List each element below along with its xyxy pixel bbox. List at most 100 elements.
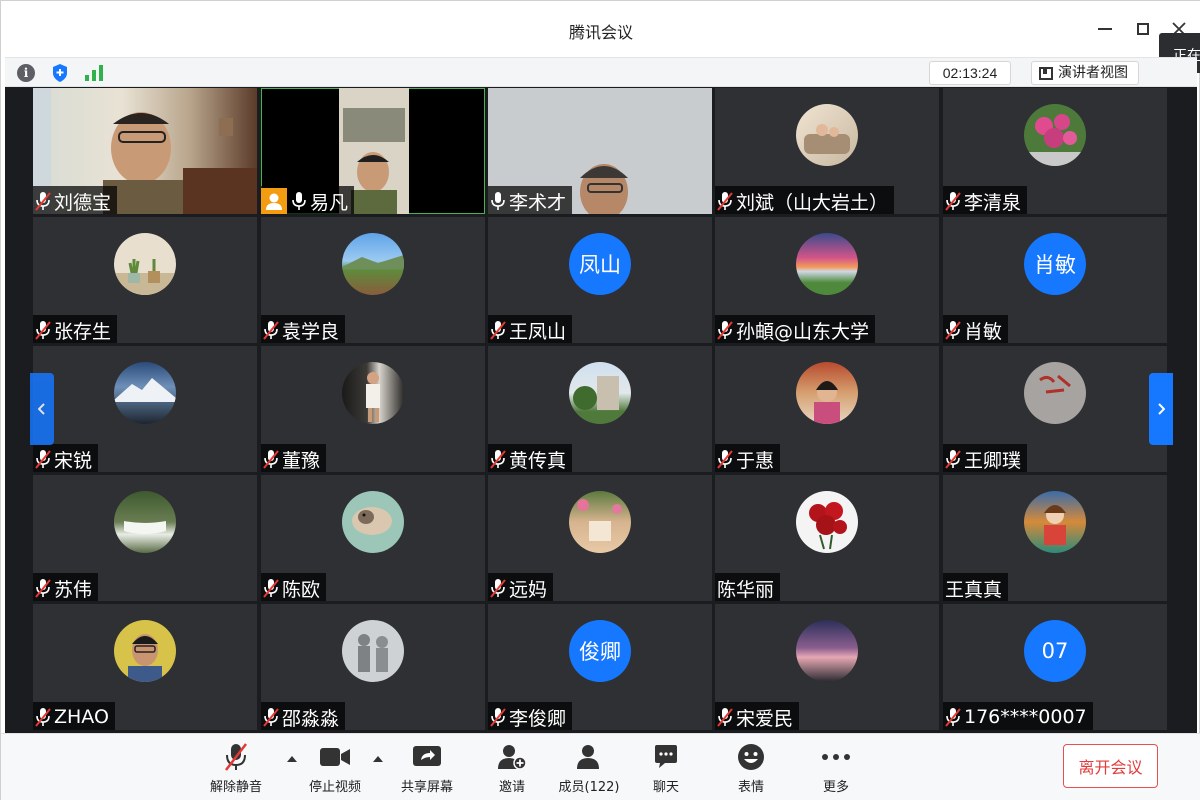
participant-name-tag: 孙頔@山东大学: [715, 315, 876, 343]
participant-tile[interactable]: 远妈: [488, 475, 712, 601]
participant-avatar: [114, 362, 176, 424]
participant-name-tag: 176****0007: [943, 702, 1093, 730]
invite-button[interactable]: 邀请: [477, 742, 547, 798]
speaker-view-button[interactable]: 演讲者视图: [1031, 61, 1139, 85]
more-label: 更多: [822, 780, 849, 795]
participant-tile[interactable]: 凤山 王凤山: [488, 217, 712, 343]
participant-name-tag: 苏伟: [33, 573, 99, 601]
participant-tile[interactable]: 苏伟: [33, 475, 257, 601]
audio-options-caret[interactable]: [285, 752, 299, 766]
participant-name: 刘德宝: [54, 191, 112, 214]
network-status-button[interactable]: [83, 62, 105, 84]
window-title: 腾讯会议: [568, 23, 633, 42]
participant-name-tag: 刘德宝: [33, 186, 118, 214]
participant-tile[interactable]: 袁学良: [261, 217, 485, 343]
participant-tile[interactable]: 易凡: [261, 88, 485, 214]
participant-tile[interactable]: 刘斌（山大岩土）: [715, 88, 939, 214]
host-icon: [261, 188, 287, 214]
participant-tile[interactable]: 陈华丽: [715, 475, 939, 601]
invite-user-icon: [498, 745, 527, 770]
participant-tile[interactable]: 宋爱民: [715, 604, 939, 730]
chat-button[interactable]: 聊天: [631, 742, 701, 798]
mic-muted-icon: [225, 743, 247, 771]
participant-tile[interactable]: 俊卿 李俊卿: [488, 604, 712, 730]
participant-name-tag: 李清泉: [943, 186, 1028, 214]
participant-tile[interactable]: 孙頔@山东大学: [715, 217, 939, 343]
maximize-button[interactable]: [1129, 15, 1157, 43]
mic-on-icon: [490, 191, 506, 211]
minimize-button[interactable]: [1091, 15, 1119, 43]
participant-tile[interactable]: 07 176****0007: [943, 604, 1167, 730]
participant-name-tag: 王卿璞: [943, 444, 1028, 472]
unmute-button[interactable]: 解除静音: [201, 742, 271, 798]
camera-icon: [320, 748, 350, 766]
mic-muted-icon: [717, 191, 733, 211]
participant-tile[interactable]: 陈欧: [261, 475, 485, 601]
participant-tile[interactable]: 于惠: [715, 346, 939, 472]
participant-tile[interactable]: 王真真: [943, 475, 1167, 601]
members-button[interactable]: 成员(122): [554, 742, 624, 798]
participant-tile[interactable]: 邵淼淼: [261, 604, 485, 730]
participant-tile[interactable]: 李清泉: [943, 88, 1167, 214]
next-page-button[interactable]: [1149, 373, 1173, 445]
mic-muted-icon: [263, 449, 279, 469]
participant-avatar: 07: [1024, 620, 1086, 682]
participant-name-tag: 陈华丽: [715, 573, 781, 601]
participant-tile[interactable]: 董豫: [261, 346, 485, 472]
mic-muted-icon: [35, 449, 51, 469]
participant-name-tag: 张存生: [33, 315, 118, 343]
mic-muted-icon: [945, 707, 961, 727]
participant-avatar: [569, 362, 631, 424]
video-options-caret[interactable]: [371, 752, 385, 766]
invite-label: 邀请: [498, 780, 525, 795]
participant-name-tag: 陈欧: [261, 573, 327, 601]
shield-icon: [53, 64, 67, 82]
participant-name-tag: 王真真: [943, 573, 1009, 601]
participant-avatar: [114, 233, 176, 295]
participant-name: 孙頔@山东大学: [736, 320, 870, 343]
participant-name-tag: 刘斌（山大岩土）: [715, 186, 895, 214]
participant-name: 于惠: [736, 449, 775, 472]
participant-tile[interactable]: 肖敏 肖敏: [943, 217, 1167, 343]
stop-video-label: 停止视频: [308, 780, 361, 795]
participant-tile[interactable]: 刘德宝: [33, 88, 257, 214]
participant-tile[interactable]: 张存生: [33, 217, 257, 343]
members-label: 成员(122): [558, 780, 620, 795]
participant-name-tag: ZHAO: [33, 702, 115, 730]
previous-page-button[interactable]: [30, 373, 54, 445]
participant-name: 张存生: [54, 320, 112, 343]
reactions-button[interactable]: 表情: [716, 742, 786, 798]
participant-tile[interactable]: ZHAO: [33, 604, 257, 730]
more-button[interactable]: 更多: [801, 742, 871, 798]
participant-name: 黄传真: [509, 449, 567, 472]
participant-name: 176****0007: [964, 706, 1087, 728]
emoji-icon: [738, 744, 764, 770]
chevron-right-icon: [1158, 403, 1165, 415]
participant-name: 陈欧: [282, 578, 321, 601]
mic-muted-icon: [945, 449, 961, 469]
participant-tile[interactable]: 黄传真: [488, 346, 712, 472]
mic-muted-icon: [717, 320, 733, 340]
share-screen-button[interactable]: 共享屏幕: [392, 742, 462, 798]
meeting-info-button[interactable]: i: [15, 62, 37, 84]
participant-tile[interactable]: 李术才: [488, 88, 712, 214]
participant-avatar: 肖敏: [1024, 233, 1086, 295]
participant-name: 李术才: [509, 191, 567, 214]
mic-muted-icon: [263, 320, 279, 340]
participant-name-tag: 肖敏: [943, 315, 1009, 343]
participant-name: 董豫: [282, 449, 321, 472]
leave-meeting-button[interactable]: 离开会议: [1063, 744, 1158, 788]
participant-tile[interactable]: 宋锐: [33, 346, 257, 472]
share-screen-icon: [413, 746, 441, 766]
mic-muted-icon: [35, 707, 51, 727]
participant-avatar: [114, 491, 176, 553]
participant-name-tag: 董豫: [261, 444, 327, 472]
participant-avatar: [342, 362, 404, 424]
participant-avatar: [796, 620, 858, 682]
participant-tile[interactable]: 王卿璞: [943, 346, 1167, 472]
mic-muted-icon: [945, 191, 961, 211]
stop-video-button[interactable]: 停止视频: [300, 742, 370, 798]
participant-name-tag: 邵淼淼: [261, 702, 346, 730]
security-button[interactable]: [49, 62, 71, 84]
participant-avatar: [114, 620, 176, 682]
